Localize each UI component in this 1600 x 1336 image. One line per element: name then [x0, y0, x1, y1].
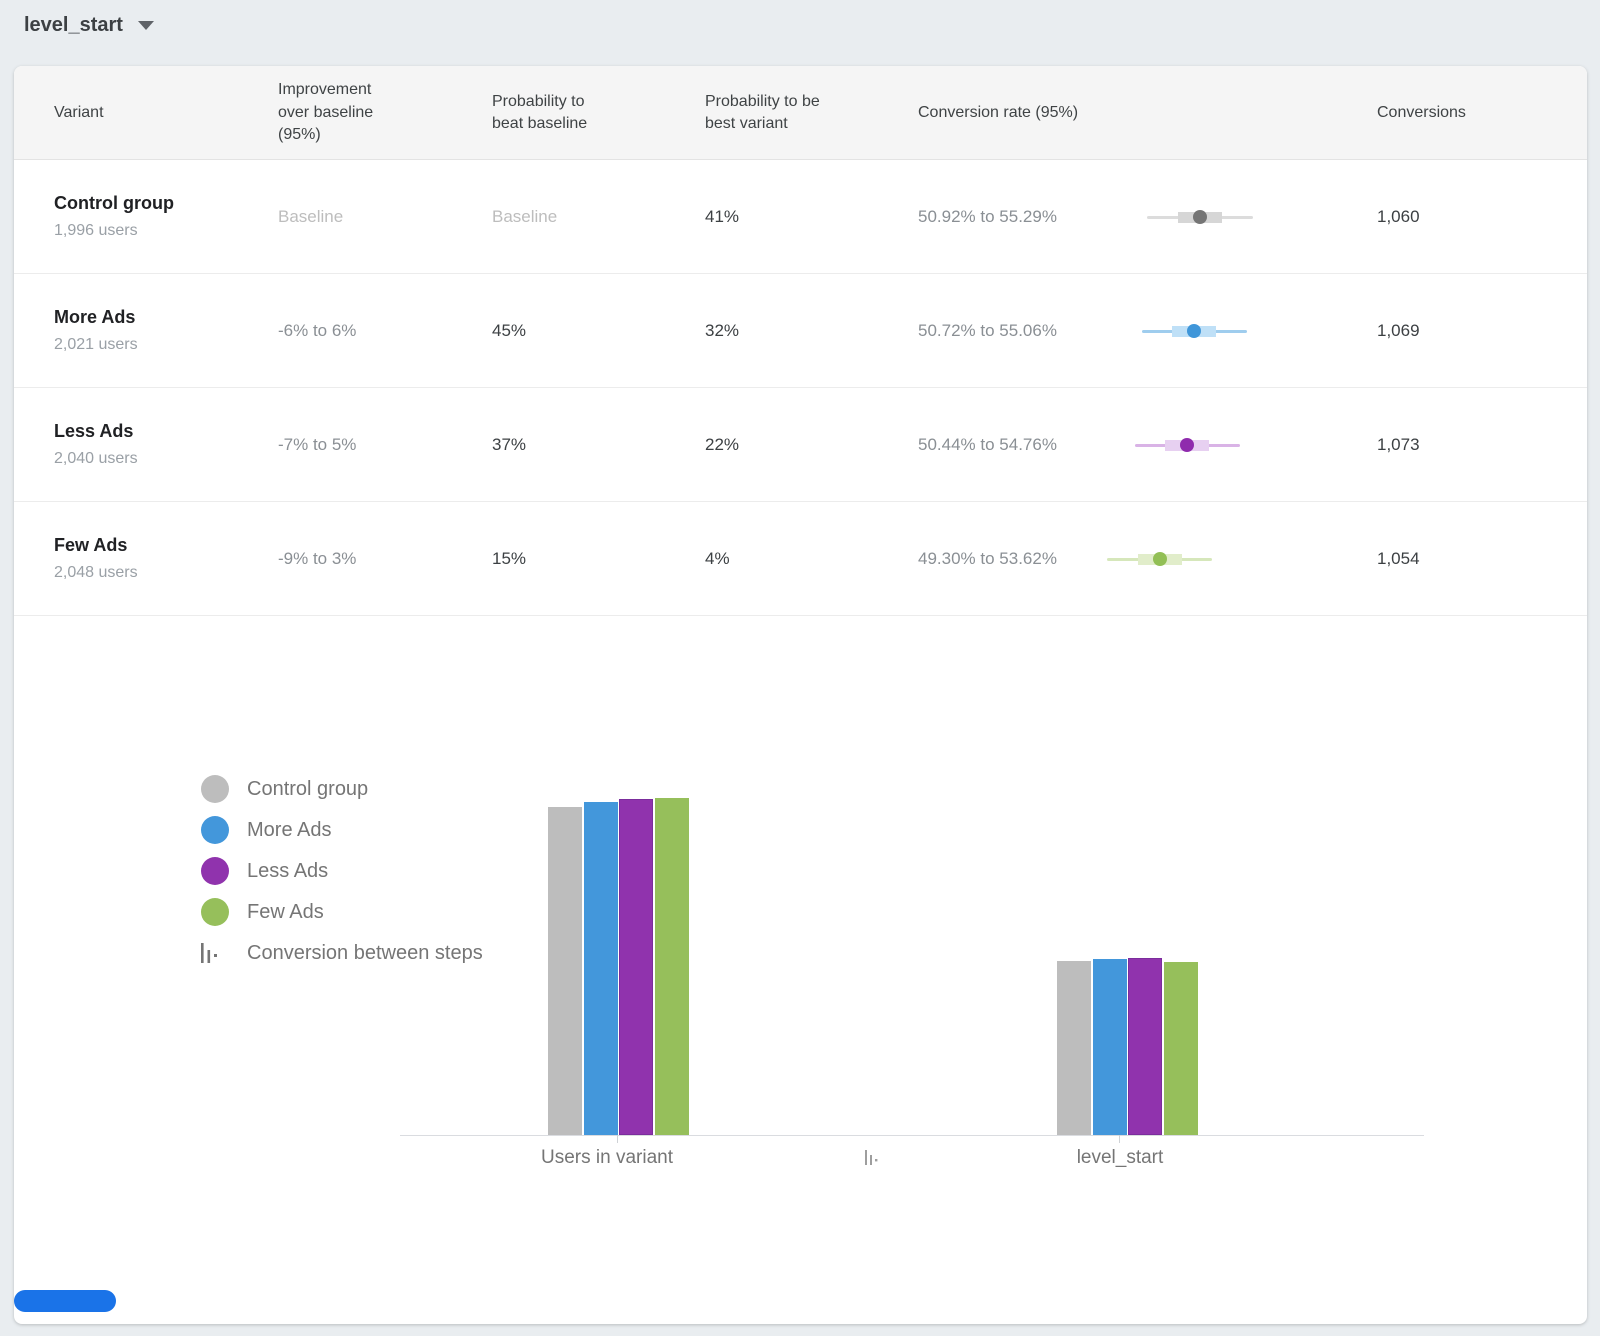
bar-more-ads-1: [1093, 959, 1127, 1135]
bar-few-ads-1: [1164, 962, 1198, 1136]
improvement-value: Baseline: [278, 160, 396, 273]
prob-beat-value: 15%: [492, 502, 604, 615]
legend-item: Less Ads: [201, 857, 483, 885]
category-label-level-start: level_start: [970, 1147, 1270, 1169]
legend-label: Less Ads: [247, 860, 328, 883]
horizontal-scrollbar-thumb[interactable]: [14, 1290, 116, 1312]
legend-label: Control group: [247, 778, 368, 801]
legend-color-dot: [201, 857, 229, 885]
col-header-conversions: Conversions: [1377, 66, 1466, 160]
bar-group-users-in-variant: [548, 795, 698, 1135]
variant-users: 2,040 users: [54, 450, 138, 468]
goal-selector-label: level_start: [24, 14, 123, 37]
confidence-interval-plot: [1100, 437, 1290, 453]
bar-control-group-1: [1057, 961, 1091, 1136]
legend-item: Few Ads: [201, 898, 483, 926]
chart-legend: Control group More Ads Less Ads Few Ads: [201, 775, 483, 980]
legend-label: Few Ads: [247, 901, 324, 924]
variant-users: 2,048 users: [54, 564, 138, 582]
conversion-rate-value: 50.44% to 54.76%: [918, 388, 1118, 501]
variant-name: Few Ads: [54, 535, 127, 557]
prob-best-value: 4%: [705, 502, 825, 615]
conversion-steps-icon: [865, 1150, 879, 1171]
prob-beat-value: Baseline: [492, 160, 604, 273]
conversions-value: 1,069: [1377, 274, 1420, 387]
confidence-interval-plot: [1100, 323, 1290, 339]
conversion-rate-value: 50.92% to 55.29%: [918, 160, 1118, 273]
confidence-interval-plot: [1100, 551, 1290, 567]
legend-color-dot: [201, 775, 229, 803]
variant-cell: Control group 1,996 users: [54, 160, 174, 273]
axis-tick: [1119, 1135, 1120, 1143]
variant-name: Control group: [54, 193, 174, 215]
conversion-rate-value: 49.30% to 53.62%: [918, 502, 1118, 615]
bar-few-ads-0: [655, 798, 689, 1135]
improvement-value: -7% to 5%: [278, 388, 396, 501]
ci-dot: [1153, 552, 1167, 566]
table-row: Control group 1,996 users Baseline Basel…: [14, 160, 1587, 274]
variant-users: 1,996 users: [54, 222, 138, 240]
category-label-users-in-variant: Users in variant: [457, 1147, 757, 1169]
variant-name: Less Ads: [54, 421, 133, 443]
bar-control-group-0: [548, 807, 582, 1136]
conversions-value: 1,054: [1377, 502, 1420, 615]
col-header-prob-beat: Probability to beat baseline: [492, 66, 604, 160]
prob-best-value: 22%: [705, 388, 825, 501]
col-header-improvement: Improvement over baseline (95%): [278, 66, 396, 160]
axis-tick: [617, 1135, 618, 1143]
legend-color-dot: [201, 816, 229, 844]
prob-best-value: 32%: [705, 274, 825, 387]
col-header-variant: Variant: [54, 66, 104, 160]
variant-name: More Ads: [54, 307, 135, 329]
table-row: Few Ads 2,048 users -9% to 3% 15% 4% 49.…: [14, 502, 1587, 616]
conversion-steps-icon: [201, 942, 229, 964]
chevron-down-icon: [138, 21, 154, 30]
legend-label: More Ads: [247, 819, 331, 842]
conversions-value: 1,060: [1377, 160, 1420, 273]
prob-beat-value: 37%: [492, 388, 604, 501]
goal-selector-dropdown[interactable]: level_start: [24, 10, 154, 40]
conversion-rate-value: 50.72% to 55.06%: [918, 274, 1118, 387]
col-header-prob-best: Probability to be best variant: [705, 66, 825, 160]
bar-group-level-start: [1057, 795, 1207, 1135]
table-row: Less Ads 2,040 users -7% to 5% 37% 22% 5…: [14, 388, 1587, 502]
legend-item: More Ads: [201, 816, 483, 844]
table-row: More Ads 2,021 users -6% to 6% 45% 32% 5…: [14, 274, 1587, 388]
table-header: Variant Improvement over baseline (95%) …: [14, 66, 1587, 160]
variant-cell: More Ads 2,021 users: [54, 274, 138, 387]
col-header-conversion-rate: Conversion rate (95%): [918, 66, 1118, 160]
legend-item: Control group: [201, 775, 483, 803]
results-card: Variant Improvement over baseline (95%) …: [14, 66, 1587, 1324]
bar-less-ads-1: [1128, 958, 1162, 1135]
legend-color-dot: [201, 898, 229, 926]
ci-dot: [1193, 210, 1207, 224]
legend-item: Conversion between steps: [201, 939, 483, 967]
funnel-bar-chart: Control group More Ads Less Ads Few Ads: [14, 617, 1587, 1324]
variant-cell: Less Ads 2,040 users: [54, 388, 138, 501]
prob-best-value: 41%: [705, 160, 825, 273]
improvement-value: -9% to 3%: [278, 502, 396, 615]
prob-beat-value: 45%: [492, 274, 604, 387]
variant-users: 2,021 users: [54, 336, 138, 354]
bar-more-ads-0: [584, 802, 618, 1135]
legend-label: Conversion between steps: [247, 942, 483, 965]
confidence-interval-plot: [1100, 209, 1290, 225]
x-axis-line: [400, 1135, 1424, 1136]
variant-cell: Few Ads 2,048 users: [54, 502, 138, 615]
bar-less-ads-0: [619, 799, 653, 1135]
conversions-value: 1,073: [1377, 388, 1420, 501]
improvement-value: -6% to 6%: [278, 274, 396, 387]
